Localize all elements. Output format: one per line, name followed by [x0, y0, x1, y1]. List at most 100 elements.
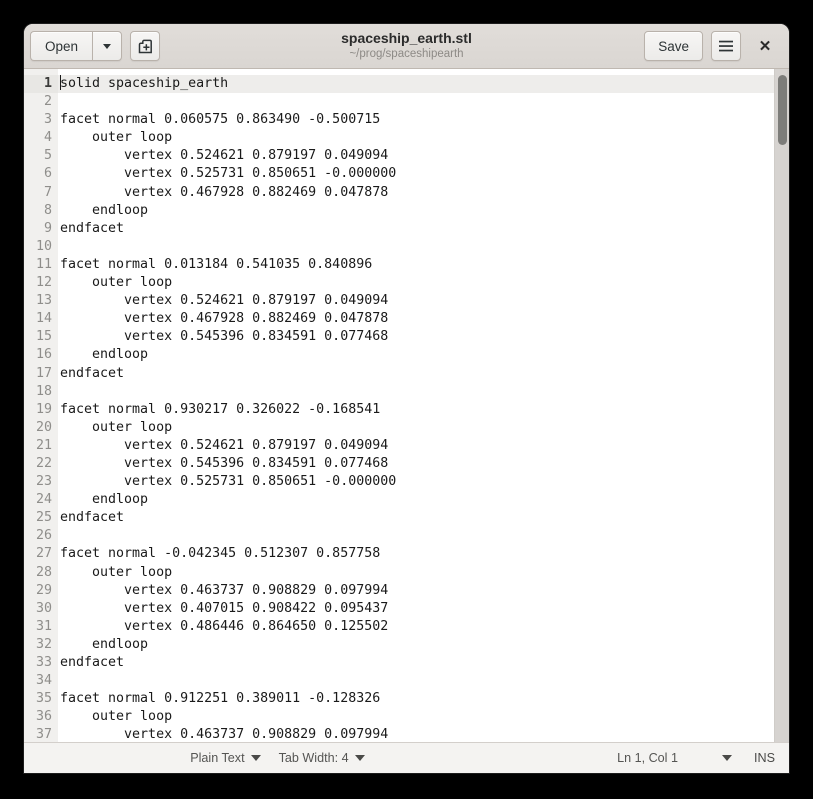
code-line[interactable]: outer loop — [58, 564, 774, 582]
code-line[interactable]: vertex 0.467928 0.882469 0.047878 — [58, 310, 774, 328]
language-selector[interactable]: Plain Text — [190, 751, 261, 765]
line-number: 36 — [35, 709, 52, 725]
code-line[interactable] — [58, 93, 774, 111]
line-number: 32 — [35, 636, 52, 652]
code-line[interactable]: vertex 0.545396 0.834591 0.077468 — [58, 455, 774, 473]
line-number: 18 — [35, 383, 52, 399]
code-line[interactable]: outer loop — [58, 419, 774, 437]
code-text-area[interactable]: solid spaceship_earthfacet normal 0.0605… — [58, 69, 774, 742]
line-number: 9 — [43, 220, 52, 236]
code-line[interactable]: vertex 0.525731 0.850651 -0.000000 — [58, 165, 774, 183]
header-right-controls: Save ✕ — [644, 31, 783, 61]
line-number: 33 — [35, 655, 52, 670]
new-tab-button[interactable] — [130, 31, 160, 61]
vertical-scrollbar-thumb[interactable] — [778, 75, 787, 145]
tab-width-selector[interactable]: Tab Width: 4 — [279, 751, 365, 765]
line-number: 4 — [43, 130, 52, 146]
code-line[interactable]: vertex 0.467928 0.882469 0.047878 — [58, 184, 774, 202]
line-number: 20 — [35, 419, 52, 435]
line-number: 10 — [35, 238, 52, 254]
window-subtitle-path: ~/prog/spaceshipearth — [349, 48, 464, 60]
line-number: 30 — [35, 600, 52, 616]
hamburger-menu-icon — [719, 40, 733, 52]
code-line[interactable]: endfacet — [58, 365, 774, 383]
code-line[interactable]: endfacet — [58, 220, 774, 238]
line-number: 35 — [35, 691, 52, 707]
code-line[interactable]: vertex 0.407015 0.908422 0.095437 — [58, 600, 774, 618]
line-number: 2 — [43, 94, 52, 110]
vertical-scrollbar[interactable] — [774, 69, 789, 742]
code-line[interactable]: endloop — [58, 491, 774, 509]
code-line[interactable]: outer loop — [58, 274, 774, 292]
line-number: 1 — [24, 75, 58, 94]
line-number: 5 — [43, 148, 52, 164]
code-line[interactable]: endfacet — [58, 509, 774, 527]
chevron-down-icon — [103, 43, 111, 49]
code-line[interactable]: endfacet — [58, 654, 774, 672]
header-left-controls: Open — [30, 31, 160, 61]
code-line[interactable]: solid spaceship_earth — [58, 75, 774, 94]
line-number: 19 — [35, 401, 52, 417]
open-button-group: Open — [30, 31, 122, 61]
status-bar-center: Plain Text Tab Width: 4 — [150, 751, 365, 765]
line-number: 34 — [35, 673, 52, 689]
open-recent-dropdown-button[interactable] — [92, 31, 122, 61]
code-line[interactable]: vertex 0.524621 0.879197 0.049094 — [58, 147, 774, 165]
line-number: 25 — [35, 510, 52, 526]
code-line[interactable] — [58, 383, 774, 401]
line-number: 37 — [35, 727, 52, 742]
tab-width-label: Tab Width: 4 — [278, 751, 349, 765]
line-number: 26 — [35, 528, 52, 544]
code-line[interactable]: vertex 0.463737 0.908829 0.097994 — [58, 582, 774, 600]
line-number: 3 — [43, 112, 52, 128]
code-line[interactable]: facet normal 0.912251 0.389011 -0.128326 — [58, 690, 774, 708]
line-number: 17 — [35, 365, 52, 381]
code-line[interactable]: outer loop — [58, 708, 774, 726]
save-button[interactable]: Save — [644, 31, 703, 61]
chevron-down-icon — [354, 755, 365, 761]
hamburger-menu-button[interactable] — [711, 31, 741, 61]
line-number: 6 — [43, 166, 52, 182]
line-number: 16 — [35, 347, 52, 363]
code-line[interactable] — [58, 672, 774, 690]
status-bar: Plain Text Tab Width: 4 Ln 1, Col 1 INS — [24, 742, 789, 773]
window-title: spaceship_earth.stl — [341, 30, 472, 46]
code-line[interactable] — [58, 238, 774, 256]
line-number: 22 — [35, 455, 52, 471]
chevron-down-icon[interactable] — [722, 755, 732, 761]
insert-mode-label[interactable]: INS — [754, 751, 775, 765]
code-line[interactable]: vertex 0.486446 0.864650 0.125502 — [58, 618, 774, 636]
text-editor-window: Open spaceship_earth.stl ~/prog/spaceshi… — [24, 24, 789, 773]
line-number-gutter: 1 2 3 4 5 6 7 8 9 10 11 12 13 14 15 16 17 18 19 20 21 22 23 24 2… — [24, 69, 58, 742]
code-line[interactable]: facet normal 0.013184 0.541035 0.840896 — [58, 256, 774, 274]
header-bar: Open spaceship_earth.stl ~/prog/spaceshi… — [24, 24, 789, 69]
line-number: 12 — [35, 275, 52, 291]
line-number: 11 — [35, 256, 52, 272]
code-line[interactable]: endloop — [58, 202, 774, 220]
code-line[interactable] — [58, 527, 774, 545]
code-line[interactable]: vertex 0.525731 0.850651 -0.000000 — [58, 473, 774, 491]
line-number: 13 — [35, 293, 52, 309]
new-tab-icon — [138, 39, 152, 53]
code-line[interactable]: facet normal -0.042345 0.512307 0.857758 — [58, 545, 774, 563]
open-button[interactable]: Open — [30, 31, 92, 61]
line-number: 14 — [35, 311, 52, 327]
code-line[interactable]: endloop — [58, 346, 774, 364]
code-line[interactable]: vertex 0.524621 0.879197 0.049094 — [58, 292, 774, 310]
code-line[interactable]: facet normal 0.060575 0.863490 -0.500715 — [58, 111, 774, 129]
close-window-button[interactable]: ✕ — [751, 32, 779, 60]
cursor-position-label[interactable]: Ln 1, Col 1 — [617, 751, 722, 765]
code-line[interactable]: vertex 0.524621 0.879197 0.049094 — [58, 437, 774, 455]
code-line[interactable]: vertex 0.463737 0.908829 0.097994 — [58, 726, 774, 742]
code-line[interactable]: vertex 0.545396 0.834591 0.077468 — [58, 328, 774, 346]
code-scroll-region: 1 2 3 4 5 6 7 8 9 10 11 12 13 14 15 16 17 18 19 20 21 22 23 24 2… — [24, 69, 774, 742]
chevron-down-icon — [250, 755, 261, 761]
code-line[interactable]: endloop — [58, 636, 774, 654]
line-number: 31 — [35, 618, 52, 634]
code-line[interactable]: outer loop — [58, 129, 774, 147]
code-line[interactable]: facet normal 0.930217 0.326022 -0.168541 — [58, 401, 774, 419]
line-number: 8 — [43, 202, 52, 218]
editor-area: 1 2 3 4 5 6 7 8 9 10 11 12 13 14 15 16 17 18 19 20 21 22 23 24 2… — [24, 69, 789, 742]
line-number: 28 — [35, 564, 52, 580]
line-number: 23 — [35, 474, 52, 490]
